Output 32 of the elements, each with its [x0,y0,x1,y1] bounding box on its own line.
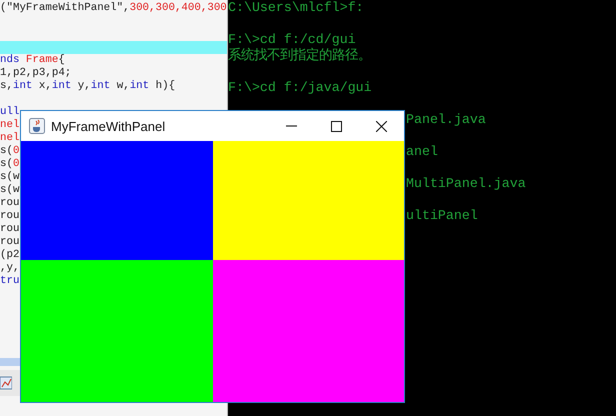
code-line: nel [0,119,20,132]
code-line: rou [0,236,20,249]
code-line: s(0 [0,145,20,158]
console-line: ultiPanel [406,208,478,224]
close-icon [376,120,387,132]
code-line: ("MyFrameWithPanel",300,300,400,300 [0,2,227,15]
chart-icon[interactable] [0,376,12,390]
code-line: tru [0,275,20,288]
code-line: rou [0,223,20,236]
code-line: (p2 [0,249,20,262]
console-line: anel [406,144,438,160]
code-line: s(w [0,184,20,197]
code-line: nds Frame{ [0,54,65,67]
code-line: rou [0,197,20,210]
window-title: MyFrameWithPanel [51,118,166,134]
code-line: s(0 [0,158,20,171]
console-line: MultiPanel.java [406,176,526,192]
code-line: ull [0,106,20,119]
code-line: ,y, [0,262,20,275]
minimize-icon [286,125,297,127]
console-line: 系统找不到指定的路径。 [228,48,371,64]
console-line: C:\Users\mlcfl>f: [228,0,364,16]
console-line: F:\>cd f:/java/gui [228,80,372,96]
maximize-icon [331,120,342,132]
code-line: s,int x,int y,int w,int h){ [0,80,176,93]
code-line: s(w [0,171,20,184]
java-cup-icon [29,118,45,134]
console-line: Panel.java [406,112,486,128]
code-line: nel [0,132,20,145]
console-line: F:\>cd f:/cd/gui [228,32,356,48]
code-line: rou [0,210,20,223]
code-line: 1,p2,p3,p4; [0,67,72,80]
